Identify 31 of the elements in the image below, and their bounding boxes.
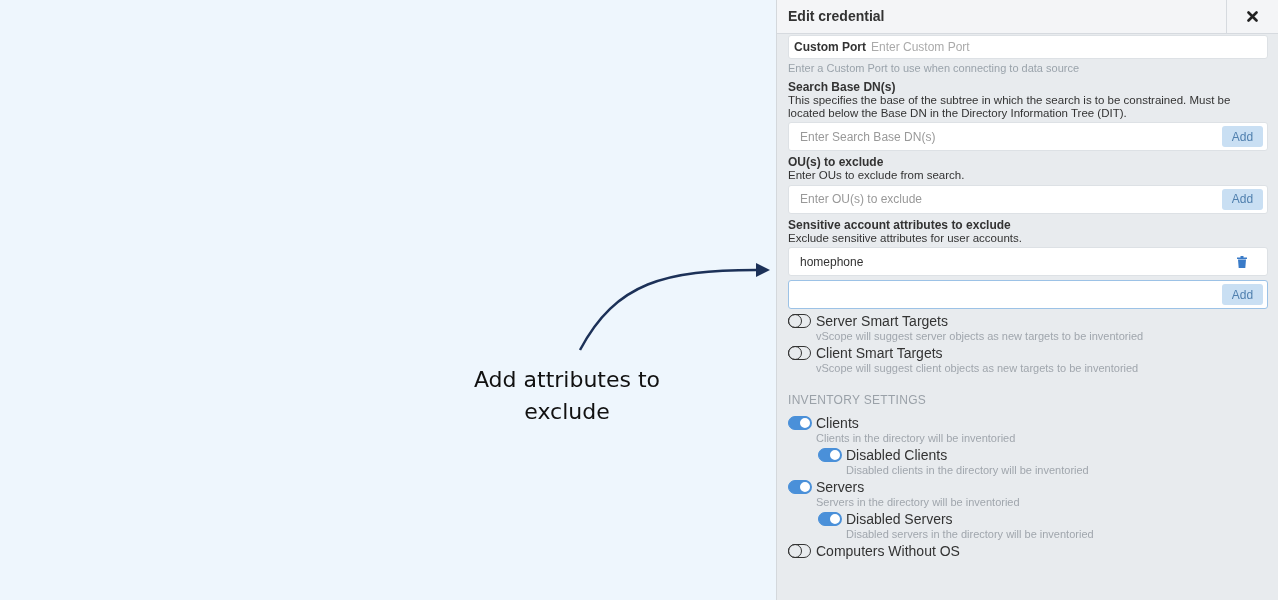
custom-port-field[interactable]: Custom Port Enter Custom Port xyxy=(788,35,1268,59)
field-label: Sensitive account attributes to exclude xyxy=(788,217,1012,232)
toggle-label: Servers xyxy=(816,479,865,495)
attribute-value: homephone xyxy=(799,254,865,269)
toggle-description: Servers in the directory will be inventoried xyxy=(815,496,1021,509)
toggle-description: Disabled clients in the directory will be inventoried xyxy=(845,464,1090,477)
toggle-description: Clients in the directory will be inventoried xyxy=(815,432,1017,445)
help-text: Enter a Custom Port to use when connecting to data source xyxy=(788,62,1081,74)
toggle-description: Disabled servers in the directory will be inventoried xyxy=(845,528,1095,541)
toggle-label: Disabled Servers xyxy=(846,511,953,527)
close-icon xyxy=(1247,11,1258,22)
toggle-label: Computers Without OS xyxy=(816,543,960,559)
toggle-switch[interactable] xyxy=(818,512,841,526)
section-heading: INVENTORY SETTINGS xyxy=(788,393,928,407)
toggle-description: vScope will suggest server objects as new targets to be inventoried xyxy=(815,330,1145,343)
annotation-text: Add attributes to exclude xyxy=(472,366,662,426)
field-description: This specifies the base of the subtree in which the search is to be constrained. Must be located below the Base DN in the Directory Information Tree (DIT). xyxy=(788,94,1232,119)
trash-icon[interactable] xyxy=(1237,255,1247,268)
toggle-label: Client Smart Targets xyxy=(816,345,943,361)
toggle-label: Clients xyxy=(816,415,859,431)
field-label: Search Base DN(s) xyxy=(788,80,897,94)
field-description: Enter OUs to exclude from search. xyxy=(788,169,966,182)
toggle-label: Server Smart Targets xyxy=(816,313,948,329)
toggle-description: vScope will suggest client objects as new targets to be inventoried xyxy=(815,362,1140,375)
toggle-switch[interactable] xyxy=(788,480,811,494)
toggle-switch[interactable] xyxy=(788,416,811,430)
toggle-switch[interactable] xyxy=(818,448,841,462)
field-description: Exclude sensitive attributes for user accounts. xyxy=(788,231,1023,244)
field-label: OU(s) to exclude xyxy=(788,155,885,169)
panel-title: Edit credential xyxy=(787,7,886,26)
toggle-label: Disabled Clients xyxy=(846,447,948,463)
